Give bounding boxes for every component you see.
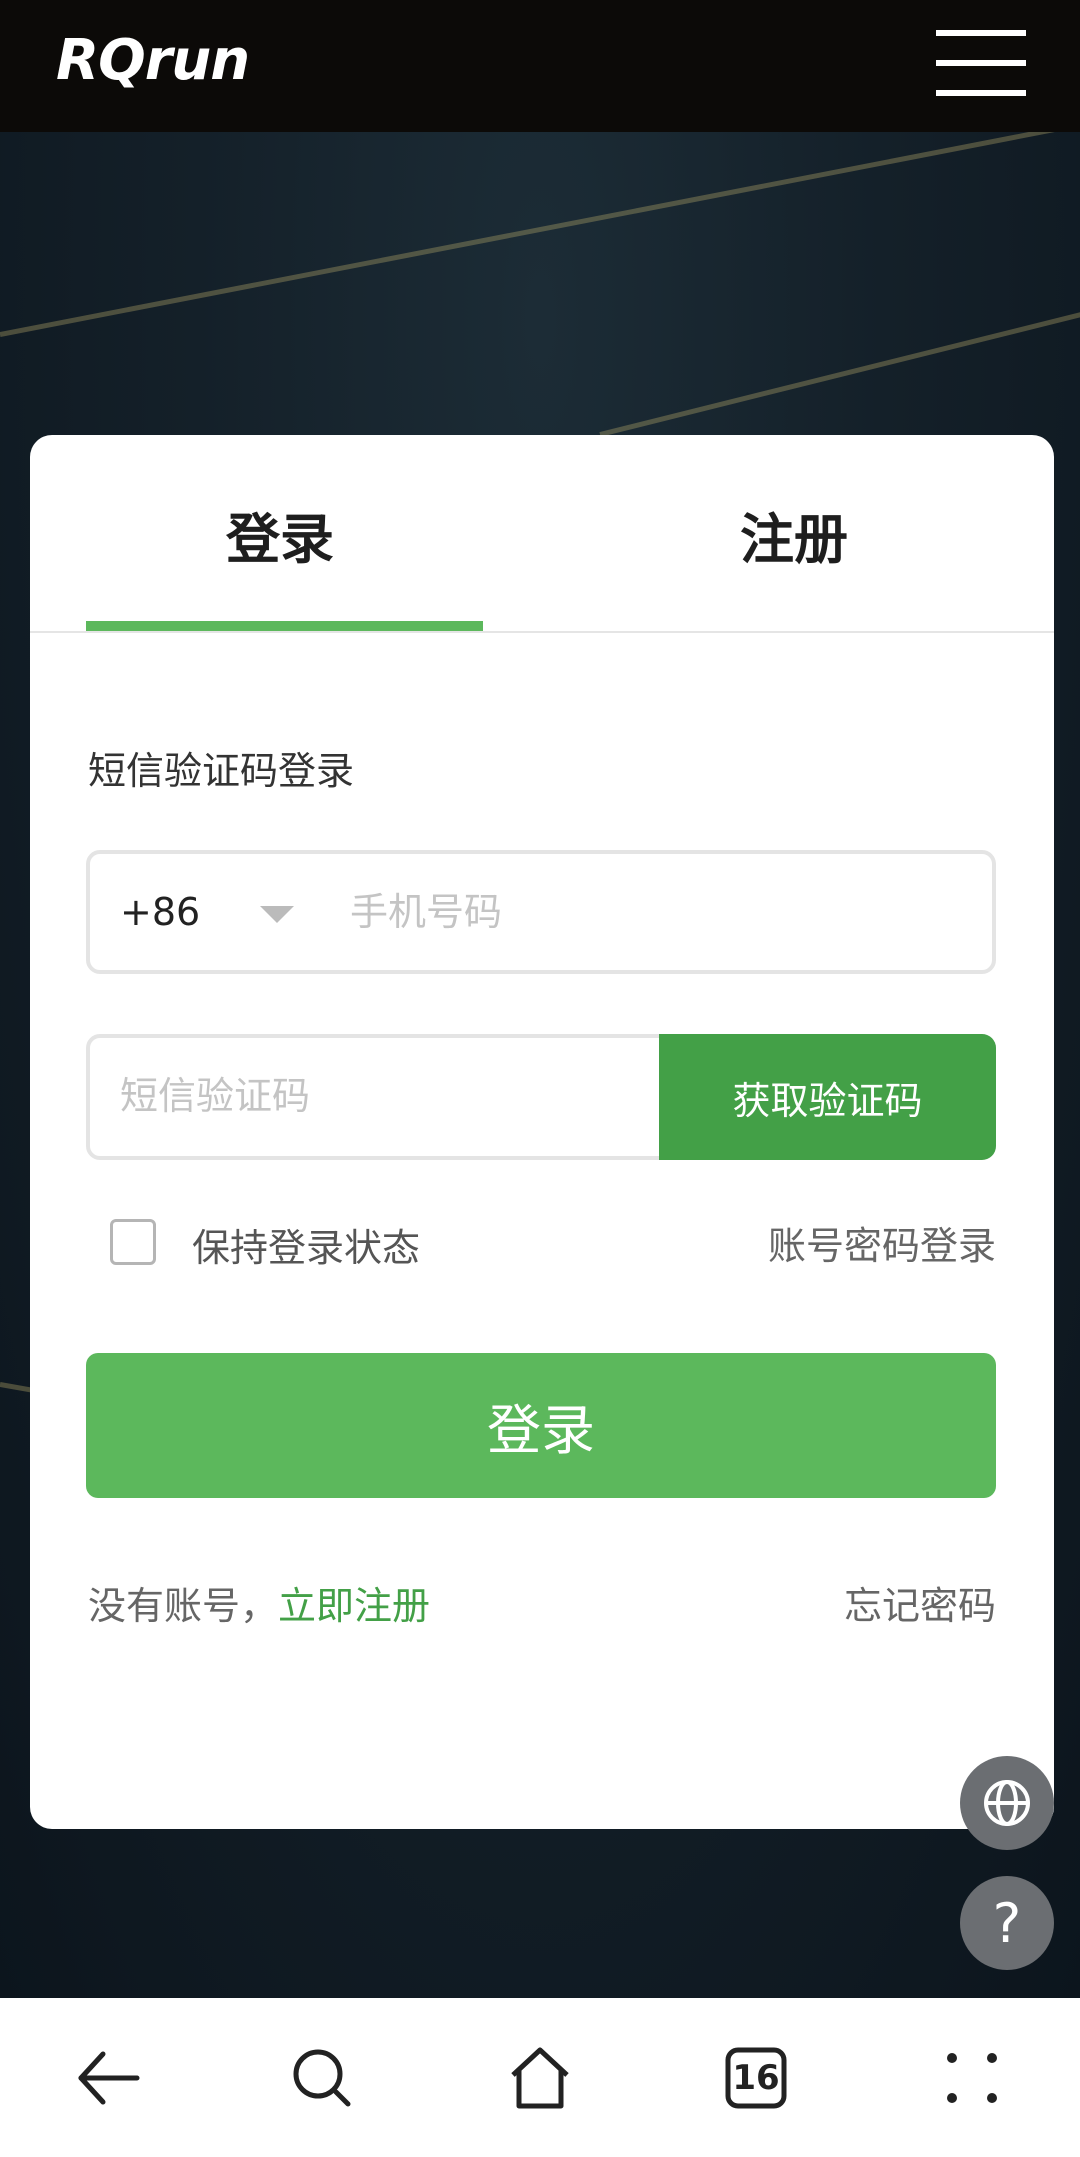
dots-grid-icon [947,2053,997,2103]
tabs-count: 16 [732,2058,780,2098]
chevron-down-icon[interactable] [260,906,294,923]
phone-field: +86 [86,850,996,974]
tabs-button[interactable]: 16 [716,2038,796,2118]
tab-register[interactable]: 注册 [740,495,848,574]
back-button[interactable] [68,2038,148,2118]
browser-bottom-nav: 16 [0,1998,1080,2157]
login-button[interactable]: 登录 [86,1353,996,1498]
home-icon [511,2047,569,2109]
language-button[interactable] [960,1756,1054,1850]
tab-login[interactable]: 登录 [226,495,334,574]
menu-line [936,90,1026,96]
track-lane-line [0,132,1080,337]
get-code-button[interactable]: 获取验证码 [659,1034,996,1160]
help-button[interactable]: ? [960,1876,1054,1970]
hamburger-menu-icon[interactable] [936,30,1026,98]
forgot-password-link[interactable]: 忘记密码 [844,1575,996,1630]
logo[interactable]: RQrun [56,28,250,93]
remember-login-checkbox[interactable] [110,1219,156,1265]
sms-login-title: 短信验证码登录 [88,749,355,793]
password-login-link[interactable]: 账号密码登录 [768,1215,996,1270]
no-account-text: 没有账号，立即注册 [88,1575,430,1630]
top-bar: RQrun [0,0,1080,132]
remember-login-label[interactable]: 保持登录状态 [192,1217,420,1272]
search-button[interactable] [282,2038,362,2118]
no-account-label: 没有账号， [88,1584,279,1628]
globe-icon [984,1780,1030,1826]
auth-card: 登录 注册 短信验证码登录 +86 获取验证码 保持登录状态 账号密码登录 登录… [30,435,1054,1829]
country-code-select[interactable]: +86 [120,890,200,934]
phone-input[interactable] [350,880,970,944]
track-lane-line [599,286,1080,437]
menu-line [936,60,1026,66]
register-now-link[interactable]: 立即注册 [278,1584,430,1628]
menu-line [936,30,1026,36]
search-icon [293,2049,351,2107]
home-button[interactable] [500,2038,580,2118]
question-icon: ? [992,1891,1022,1955]
tab-divider [30,631,1054,633]
sms-code-input[interactable] [120,1064,620,1128]
more-button[interactable] [932,2038,1012,2118]
back-arrow-icon [78,2051,140,2105]
